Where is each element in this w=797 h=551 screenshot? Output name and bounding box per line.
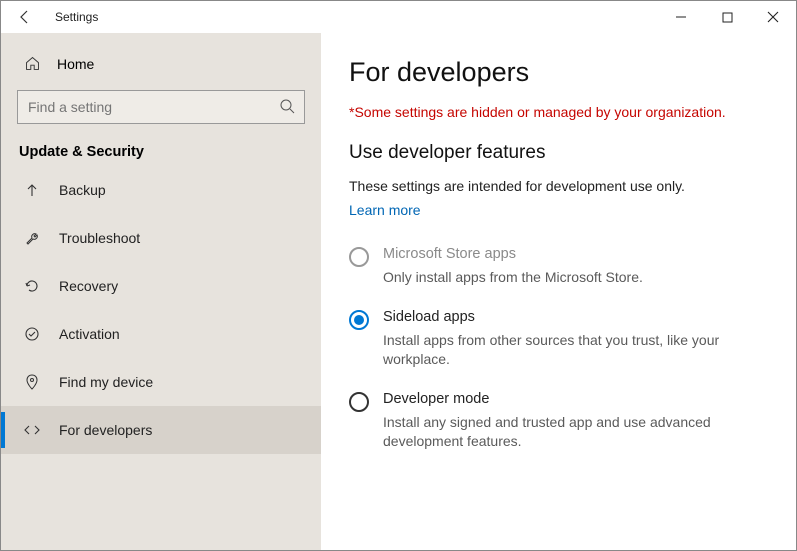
wrench-icon: [23, 230, 41, 246]
option-description: Install apps from other sources that you…: [383, 331, 768, 369]
section-header: Update & Security: [1, 138, 321, 162]
policy-warning: *Some settings are hidden or managed by …: [349, 104, 768, 120]
sidebar-item-label: Backup: [59, 182, 106, 198]
sidebar-item-troubleshoot[interactable]: Troubleshoot: [1, 214, 321, 262]
sidebar-item-find-my-device[interactable]: Find my device: [1, 358, 321, 406]
option-title: Microsoft Store apps: [383, 246, 768, 262]
arrow-up-icon: [23, 182, 41, 198]
window-title: Settings: [55, 10, 98, 24]
search-icon: [279, 98, 295, 119]
check-circle-icon: [23, 326, 41, 342]
sidebar-item-label: Recovery: [59, 278, 118, 294]
back-button[interactable]: [1, 1, 49, 33]
home-icon: [23, 55, 41, 72]
sidebar-item-label: Activation: [59, 326, 120, 342]
radio-button[interactable]: [349, 392, 369, 412]
code-icon: [23, 422, 41, 438]
page-title: For developers: [349, 57, 768, 88]
sidebar: Home Update & Security Windows Security …: [1, 33, 321, 550]
radio-option-sideload[interactable]: Sideload apps Install apps from other so…: [349, 309, 768, 369]
option-description: Install any signed and trusted app and u…: [383, 413, 768, 451]
sidebar-item-recovery[interactable]: Recovery: [1, 262, 321, 310]
maximize-button[interactable]: [704, 1, 750, 33]
history-icon: [23, 278, 41, 294]
sidebar-item-backup[interactable]: Backup: [1, 168, 321, 214]
sidebar-item-label: For developers: [59, 422, 152, 438]
sidebar-item-label: Find my device: [59, 374, 153, 390]
radio-button[interactable]: [349, 310, 369, 330]
main-content: For developers *Some settings are hidden…: [321, 33, 796, 550]
home-label: Home: [57, 56, 94, 72]
radio-option-developer-mode[interactable]: Developer mode Install any signed and tr…: [349, 391, 768, 451]
section-subheading: Use developer features: [349, 142, 768, 164]
sidebar-item-for-developers[interactable]: For developers: [1, 406, 321, 454]
radio-option-store-apps: Microsoft Store apps Only install apps f…: [349, 246, 768, 287]
option-description: Only install apps from the Microsoft Sto…: [383, 268, 768, 287]
home-nav[interactable]: Home: [1, 45, 321, 82]
search-input[interactable]: [17, 90, 305, 124]
minimize-button[interactable]: [658, 1, 704, 33]
learn-more-link[interactable]: Learn more: [349, 202, 421, 218]
close-button[interactable]: [750, 1, 796, 33]
sidebar-item-label: Troubleshoot: [59, 230, 140, 246]
section-description: These settings are intended for developm…: [349, 178, 768, 194]
radio-button: [349, 247, 369, 267]
option-title: Sideload apps: [383, 309, 768, 325]
option-title: Developer mode: [383, 391, 768, 407]
sidebar-item-activation[interactable]: Activation: [1, 310, 321, 358]
location-icon: [23, 374, 41, 390]
